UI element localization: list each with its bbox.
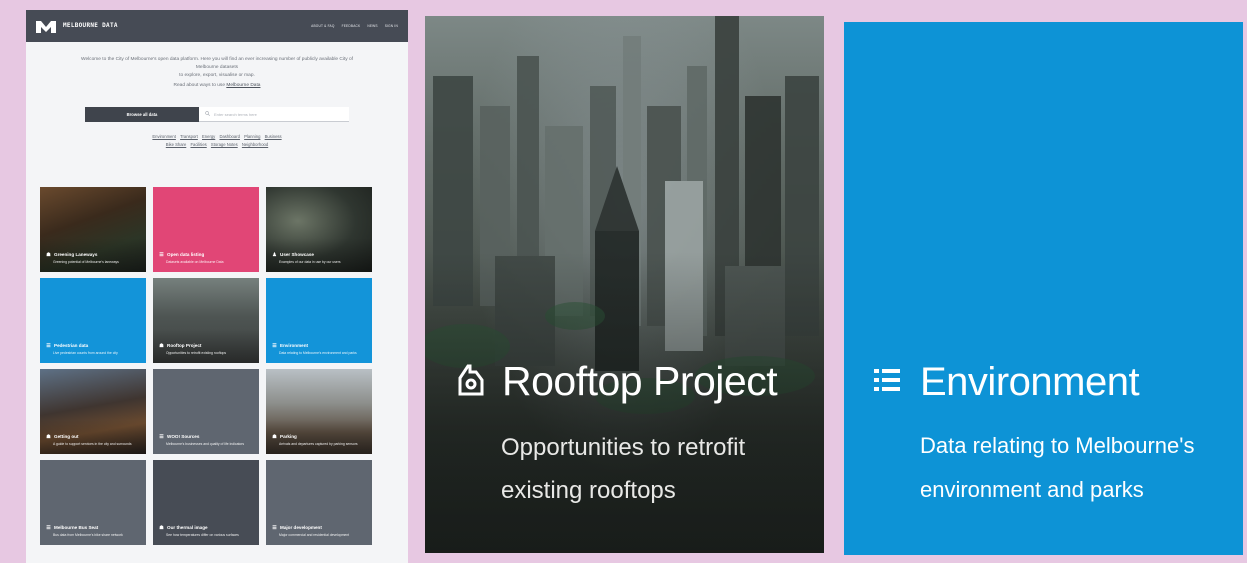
tile-description: See how temperatures differ on various s…: [166, 532, 239, 537]
environment-description: Data relating to Melbourne's environment…: [920, 433, 1195, 502]
tile-rooftop-project[interactable]: ☗ Rooftop Project Opportunities to retrof…: [153, 278, 259, 363]
browse-all-data-button[interactable]: Browse all data: [85, 107, 199, 122]
tile-title: Our thermal image: [167, 525, 208, 531]
list-icon: ☰: [46, 524, 51, 531]
nav-sign-in[interactable]: SIGN IN: [385, 24, 398, 28]
search-input[interactable]: Enter search terms here: [199, 107, 349, 122]
tile-description: Data relating to Melbourne's environment…: [279, 350, 357, 355]
tag-links: Environment Transport Energy Dashboard P…: [26, 133, 408, 149]
tile-title: Open data listing: [167, 252, 205, 258]
tile-open-data-listing[interactable]: ☰ Open data listing Datasets available on…: [153, 187, 259, 272]
building-icon: ☗: [159, 524, 164, 531]
tile-title: Major development: [280, 525, 322, 531]
tag-link[interactable]: Planning: [244, 134, 260, 139]
top-nav: ABOUT & FAQ FEEDBACK NEWS SIGN IN: [311, 24, 398, 28]
tile-title: Rooftop Project: [167, 343, 202, 349]
intro-text: Welcome to the City of Melbourne's open …: [26, 42, 408, 90]
site-header: MELBOURNE DATA ABOUT & FAQ FEEDBACK NEWS…: [26, 10, 408, 42]
tile-title: Greening Laneways: [54, 252, 98, 258]
tile-parking[interactable]: ☗ Parking Arrivals and departures capture…: [266, 369, 372, 454]
tile-user-showcase[interactable]: ♟ User Showcase Examples of our data in u…: [266, 187, 372, 272]
tile-description: Examples of our data in use by our users: [279, 259, 341, 264]
tile-title: Getting out: [54, 434, 79, 440]
rooftop-title-row: Rooftop Project: [456, 358, 778, 405]
melbourne-data-homepage: MELBOURNE DATA ABOUT & FAQ FEEDBACK NEWS…: [26, 10, 408, 563]
tile-description: Major commercial and residential develop…: [279, 532, 350, 537]
melbourne-logo-icon[interactable]: [36, 19, 56, 33]
nav-news[interactable]: NEWS: [367, 24, 377, 28]
feature-tile-grid: ☗ Greening Laneways Greening potential of…: [40, 187, 372, 545]
tag-link[interactable]: Bike Share: [166, 142, 186, 147]
tag-link[interactable]: Transport: [180, 134, 198, 139]
person-icon: ♟: [272, 251, 277, 258]
search-icon: [205, 111, 210, 117]
tile-our-thermal-image[interactable]: ☗ Our thermal image See how temperatures …: [153, 460, 259, 545]
building-icon: [456, 362, 486, 401]
tag-link[interactable]: Facilities: [190, 142, 206, 147]
list-icon: ☰: [46, 342, 51, 349]
tag-link[interactable]: Environment: [152, 134, 176, 139]
intro-line-3: Read about ways to use: [173, 83, 225, 88]
tile-description: A guide to support services in the city …: [53, 441, 132, 446]
list-icon: ☰: [159, 251, 164, 258]
tile-pedestrian-data[interactable]: ☰ Pedestrian data Live pedestrian counts …: [40, 278, 146, 363]
tile-title: User Showcase: [280, 252, 314, 258]
tag-link[interactable]: Dashboard: [219, 134, 240, 139]
list-icon: [874, 368, 900, 397]
list-icon: ☰: [159, 433, 164, 440]
tile-description: Live pedestrian counts from around the c…: [53, 350, 118, 355]
list-icon: ☰: [272, 524, 277, 531]
tag-link[interactable]: Storage Notes: [211, 142, 238, 147]
tile-getting-out[interactable]: ☗ Getting out A guide to support services…: [40, 369, 146, 454]
nav-about-faq[interactable]: ABOUT & FAQ: [311, 24, 334, 28]
tag-link[interactable]: Neighborhood: [242, 142, 268, 147]
building-icon: ☗: [46, 433, 51, 440]
intro-line-1: Welcome to the City of Melbourne's open …: [81, 57, 353, 70]
nav-feedback[interactable]: FEEDBACK: [342, 24, 361, 28]
tile-major-development[interactable]: ☰ Major development Major commercial and …: [266, 460, 372, 545]
tile-description: Melbourne's businesses and quality of li…: [166, 441, 245, 446]
list-icon: ☰: [272, 342, 277, 349]
tile-description: Arrivals and departures captured by park…: [279, 441, 358, 446]
intro-line-2: to explore, export, visualise or map.: [179, 73, 255, 78]
rooftop-description: Opportunities to retrofit existing rooft…: [501, 434, 746, 504]
environment-title: Environment: [920, 360, 1140, 404]
browse-search-row: Browse all data Enter search terms here: [26, 107, 408, 122]
environment-title-row: Environment: [874, 360, 1140, 405]
tile-description: Opportunities to retrofit existing rooft…: [166, 350, 227, 355]
tile-description: Greening potential of Melbourne's lanewa…: [53, 259, 119, 264]
tile-woo-sources[interactable]: ☰ WOO! Sources Melbourne's businesses and…: [153, 369, 259, 454]
search-placeholder: Enter search terms here: [214, 111, 257, 117]
tag-link[interactable]: Energy: [202, 134, 215, 139]
tile-description: Bus data from Melbourne's bike share net…: [53, 532, 123, 537]
tile-greening-laneways[interactable]: ☗ Greening Laneways Greening potential of…: [40, 187, 146, 272]
melbourne-data-link[interactable]: Melbourne Data: [226, 83, 260, 88]
building-icon: ☗: [46, 251, 51, 258]
tile-title: Melbourne Bus Seat: [54, 525, 99, 531]
tile-title: Parking: [280, 434, 297, 440]
tile-title: Pedestrian data: [54, 343, 89, 349]
environment-tile[interactable]: Environment Data relating to Melbourne's…: [844, 22, 1243, 555]
building-icon: ☗: [159, 342, 164, 349]
rooftop-project-tile[interactable]: Rooftop Project Opportunities to retrofi…: [425, 16, 824, 553]
tile-title: WOO! Sources: [167, 434, 200, 440]
building-icon: ☗: [272, 433, 277, 440]
logo-text[interactable]: MELBOURNE DATA: [63, 23, 118, 29]
tag-link[interactable]: Business: [265, 134, 282, 139]
tile-description: Datasets available on Melbourne Data: [166, 259, 224, 264]
tile-title: Environment: [280, 343, 309, 349]
tile-environment[interactable]: ☰ Environment Data relating to Melbourne'…: [266, 278, 372, 363]
tile-melbourne-bus-seat[interactable]: ☰ Melbourne Bus Seat Bus data from Melbou…: [40, 460, 146, 545]
rooftop-title: Rooftop Project: [502, 358, 778, 404]
